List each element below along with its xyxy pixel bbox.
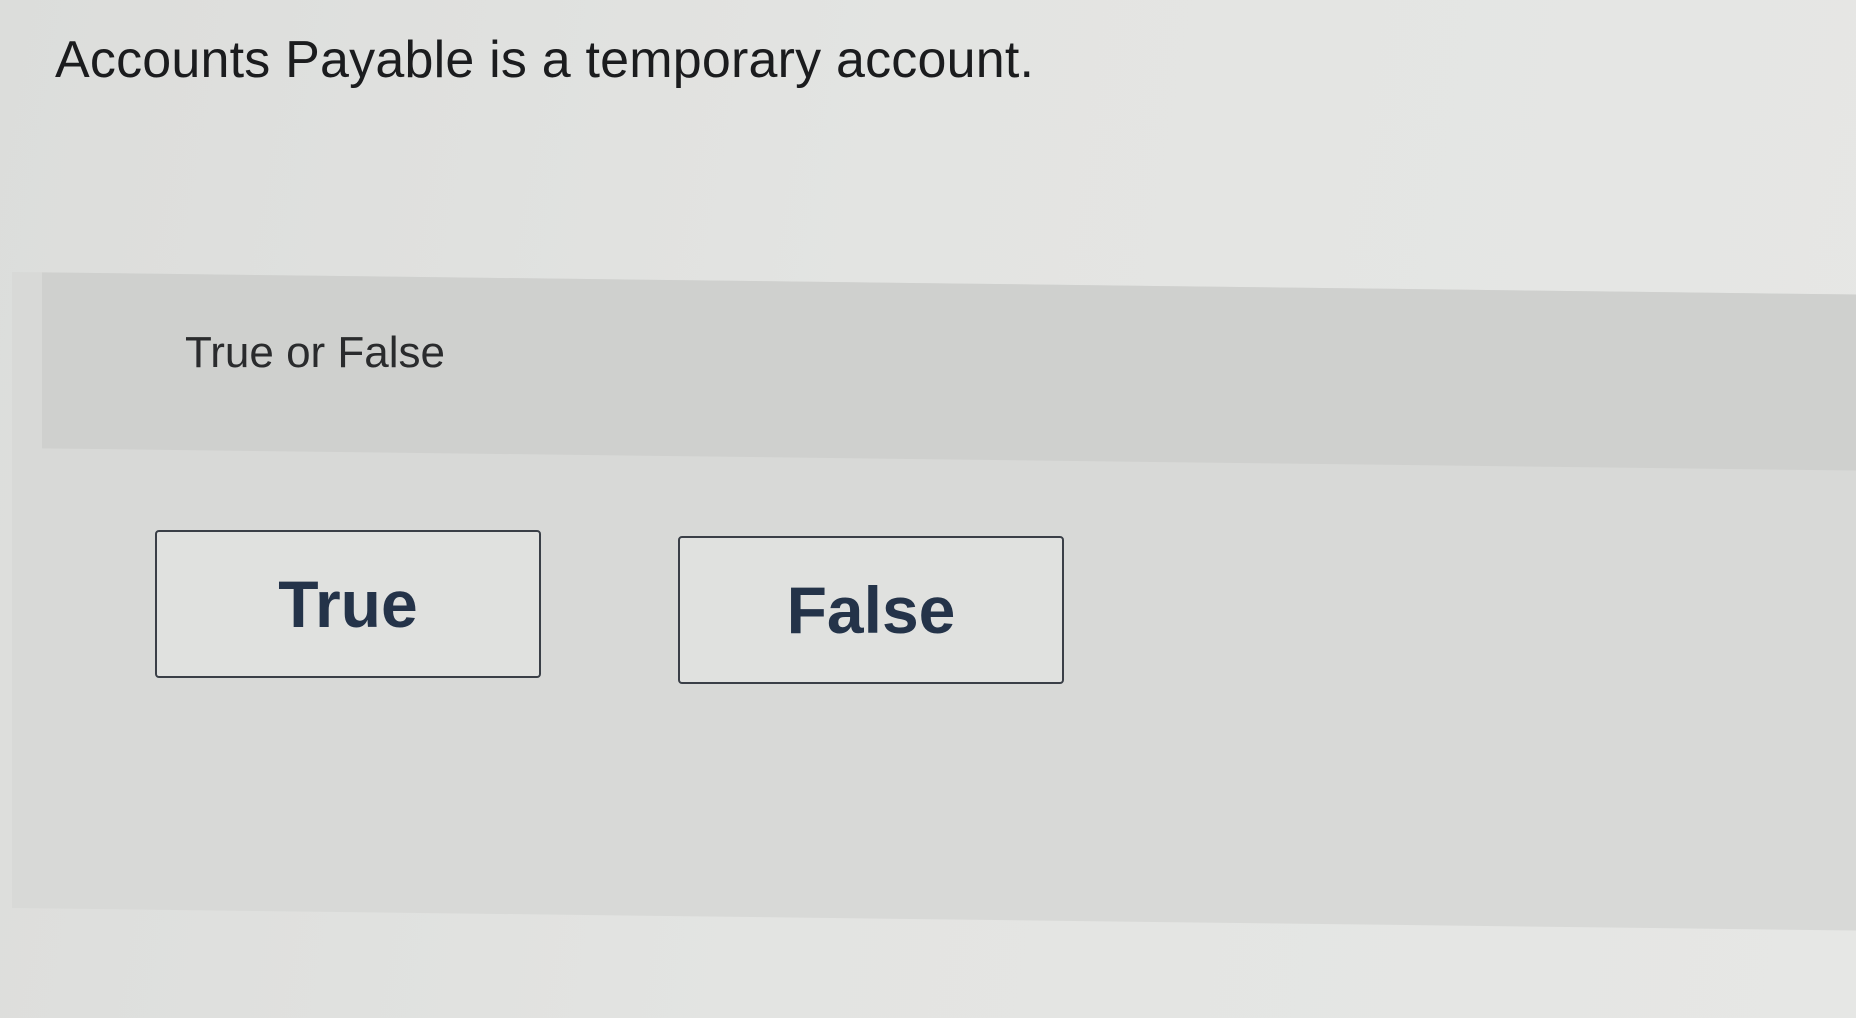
false-button[interactable]: False — [678, 536, 1064, 684]
question-text: Accounts Payable is a temporary account. — [55, 31, 1035, 89]
true-button[interactable]: True — [155, 530, 541, 678]
question-type-label: True or False — [185, 328, 446, 377]
